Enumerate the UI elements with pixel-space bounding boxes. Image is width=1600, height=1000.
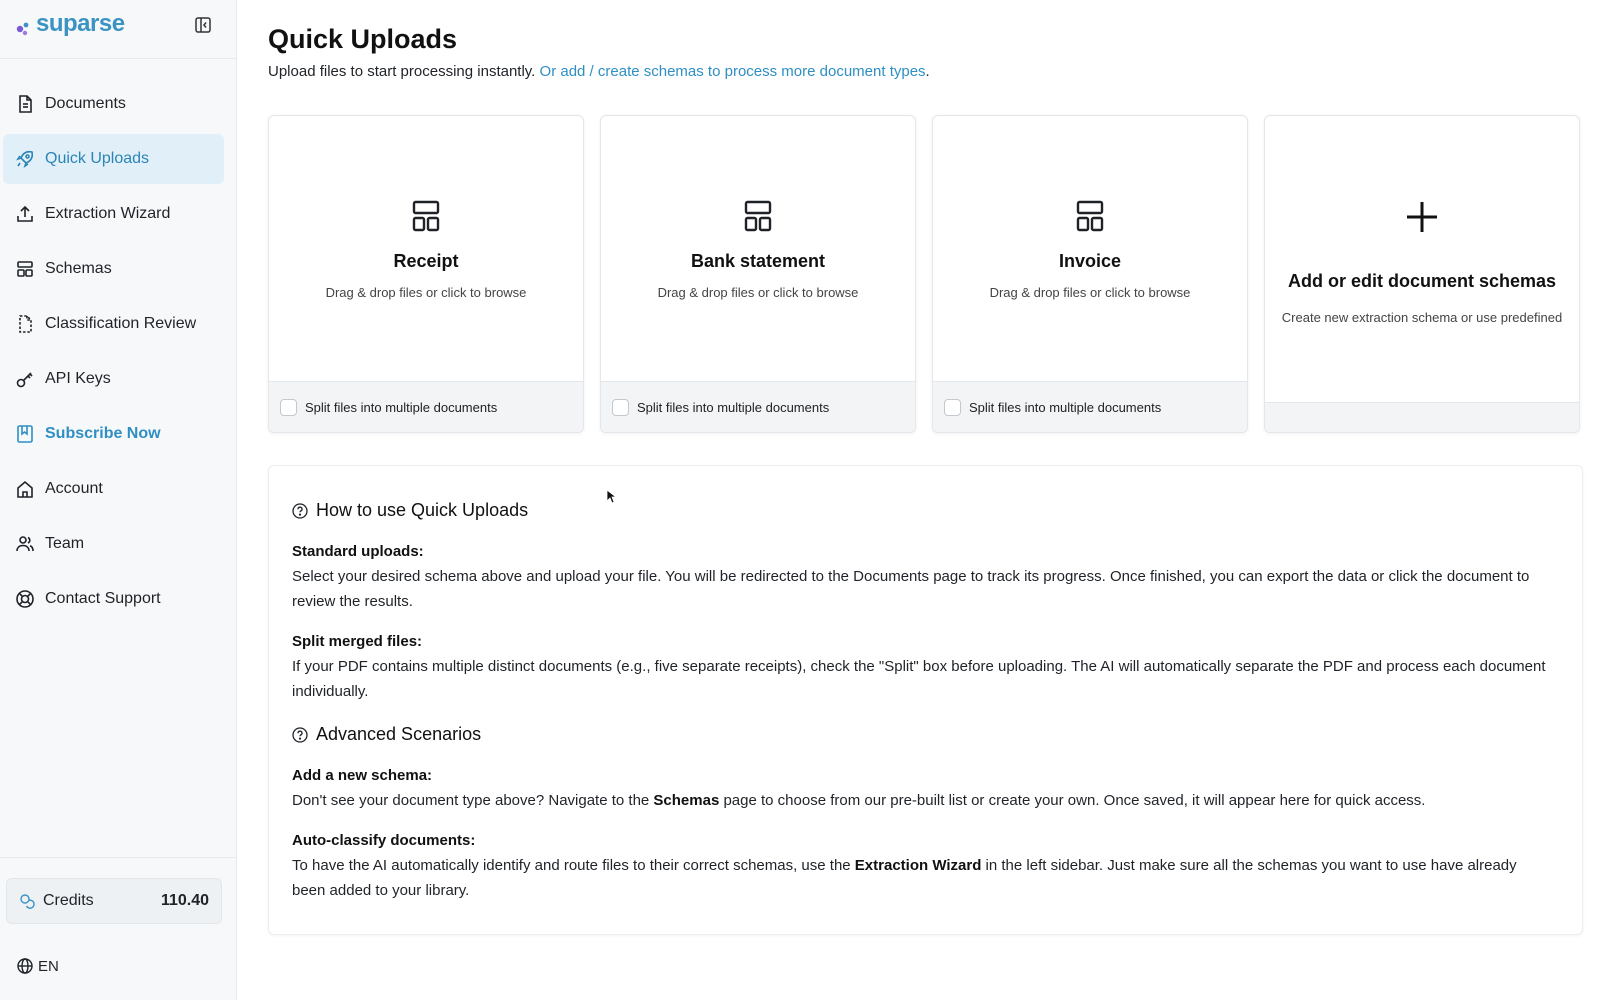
card-split-option: Split files into multiple documents xyxy=(269,381,583,432)
split-label: Split files into multiple documents xyxy=(969,399,1162,415)
card-title: Bank statement xyxy=(690,251,826,271)
document-icon xyxy=(19,95,32,113)
sidebar: suparse Documents Quick Uploads Extracti… xyxy=(0,0,237,1000)
sidebar-item-contact-support[interactable]: Contact Support xyxy=(3,574,224,624)
schema-layout-icon xyxy=(412,200,440,232)
add-schema-label: Add a new schema: xyxy=(292,767,433,784)
question-circle-icon xyxy=(292,726,308,743)
collapse-sidebar-icon[interactable] xyxy=(194,16,212,34)
schema-layout-icon xyxy=(1076,200,1104,232)
split-files-text: If your PDF contains multiple distinct d… xyxy=(292,658,1546,700)
card-split-option: Split files into multiple documents xyxy=(933,381,1247,432)
upload-card-invoice[interactable]: Invoice Drag & drop files or click to br… xyxy=(932,115,1248,433)
key-icon xyxy=(16,372,33,388)
advanced-heading: Advanced Scenarios xyxy=(292,724,481,745)
sidebar-item-label: Classification Review xyxy=(45,315,197,332)
subtitle-text: Upload files to start processing instant… xyxy=(268,63,540,80)
lifebuoy-icon xyxy=(16,590,34,608)
sidebar-item-account[interactable]: Account xyxy=(3,464,224,514)
split-checkbox[interactable] xyxy=(612,398,629,416)
card-split-option: Split files into multiple documents xyxy=(601,381,915,432)
split-files-label: Split merged files: xyxy=(292,633,423,650)
standard-uploads-label: Standard uploads: xyxy=(292,543,424,560)
coins-icon xyxy=(20,894,35,909)
card-title: Add or edit document schemas xyxy=(1287,271,1557,291)
sidebar-item-documents[interactable]: Documents xyxy=(3,79,224,129)
add-schema-text: Don't see your document type above? Navi… xyxy=(292,788,1552,813)
sidebar-item-api-keys[interactable]: API Keys xyxy=(3,354,224,404)
sidebar-item-classification-review[interactable]: Classification Review xyxy=(3,299,224,349)
sidebar-item-label: Extraction Wizard xyxy=(45,205,171,222)
sidebar-item-label: Quick Uploads xyxy=(45,150,150,167)
question-circle-icon xyxy=(292,502,308,519)
add-schema-text-part: Don't see your document type above? Navi… xyxy=(292,792,654,809)
sidebar-nav: Documents Quick Uploads Extraction Wizar… xyxy=(0,59,236,624)
standard-uploads-text: Select your desired schema above and upl… xyxy=(292,568,1530,610)
card-title: Receipt xyxy=(393,251,459,271)
sidebar-item-quick-uploads[interactable]: Quick Uploads xyxy=(3,134,224,184)
auto-classify-text-part: To have the AI automatically identify an… xyxy=(292,857,855,874)
split-checkbox[interactable] xyxy=(944,398,961,416)
schemas-emphasis: Schemas xyxy=(653,792,720,809)
brand-logo-text[interactable]: suparse xyxy=(36,10,125,38)
sidebar-item-label: API Keys xyxy=(45,370,111,387)
help-heading-text: How to use Quick Uploads xyxy=(316,500,529,520)
upload-icon xyxy=(17,205,33,222)
auto-classify-text: To have the AI automatically identify an… xyxy=(292,853,1552,903)
schema-layout-icon xyxy=(744,200,772,232)
plus-icon xyxy=(1407,202,1437,232)
schemas-link[interactable]: Or add / create schemas to process more … xyxy=(540,63,926,80)
home-icon xyxy=(17,480,33,498)
card-description: Drag & drop files or click to browse xyxy=(657,285,859,300)
credits-panel[interactable]: Credits 110.40 xyxy=(6,878,222,924)
credits-value: 110.40 xyxy=(160,892,209,909)
sidebar-item-label: Contact Support xyxy=(45,590,161,607)
rocket-icon xyxy=(16,150,34,168)
card-title: Invoice xyxy=(1058,251,1122,271)
sidebar-footer: Credits 110.40 EN xyxy=(0,857,236,1000)
sidebar-item-subscribe-now[interactable]: Subscribe Now xyxy=(3,409,224,459)
mouse-cursor-icon xyxy=(606,489,616,504)
language-selector[interactable]: EN xyxy=(16,957,59,975)
sidebar-item-label: Documents xyxy=(45,95,126,112)
split-label: Split files into multiple documents xyxy=(305,399,498,415)
schema-grid-icon xyxy=(17,261,33,277)
help-heading: How to use Quick Uploads xyxy=(292,500,528,521)
card-description: Drag & drop files or click to browse xyxy=(325,285,527,300)
upload-card-bank-statement[interactable]: Bank statement Drag & drop files or clic… xyxy=(600,115,916,433)
globe-icon xyxy=(17,958,33,974)
card-description: Drag & drop files or click to browse xyxy=(989,285,1191,300)
sidebar-item-label: Team xyxy=(45,535,85,552)
users-icon xyxy=(16,536,34,552)
help-panel: How to use Quick Uploads Standard upload… xyxy=(268,465,1583,935)
page-subtitle: Upload files to start processing instant… xyxy=(268,63,930,80)
file-dashed-icon xyxy=(19,315,32,333)
sidebar-item-team[interactable]: Team xyxy=(3,519,224,569)
add-schema-card[interactable]: Add or edit document schemas Create new … xyxy=(1264,115,1580,433)
upload-card-receipt[interactable]: Receipt Drag & drop files or click to br… xyxy=(268,115,584,433)
sidebar-item-schemas[interactable]: Schemas xyxy=(3,244,224,294)
sidebar-item-label: Subscribe Now xyxy=(45,425,161,442)
credits-label: Credits xyxy=(43,892,94,909)
sidebar-item-label: Schemas xyxy=(45,260,112,277)
suparse-logo-icon xyxy=(16,22,29,36)
upload-cards: Receipt Drag & drop files or click to br… xyxy=(268,115,1583,433)
language-label: EN xyxy=(38,957,59,975)
bookmark-icon xyxy=(17,425,33,443)
auto-classify-label: Auto-classify documents: xyxy=(292,832,476,849)
advanced-heading-text: Advanced Scenarios xyxy=(316,724,482,744)
sidebar-item-extraction-wizard[interactable]: Extraction Wizard xyxy=(3,189,224,239)
brand-header: suparse xyxy=(0,0,236,59)
card-footer xyxy=(1265,402,1579,432)
add-schema-text-part: page to choose from our pre-built list o… xyxy=(719,792,1426,809)
subtitle-end: . xyxy=(925,63,930,80)
page-title: Quick Uploads xyxy=(268,24,458,54)
split-checkbox[interactable] xyxy=(280,398,297,416)
card-description: Create new extraction schema or use pred… xyxy=(1281,310,1563,325)
extraction-wizard-emphasis: Extraction Wizard xyxy=(854,857,982,874)
split-label: Split files into multiple documents xyxy=(637,399,830,415)
sidebar-item-label: Account xyxy=(45,480,103,497)
